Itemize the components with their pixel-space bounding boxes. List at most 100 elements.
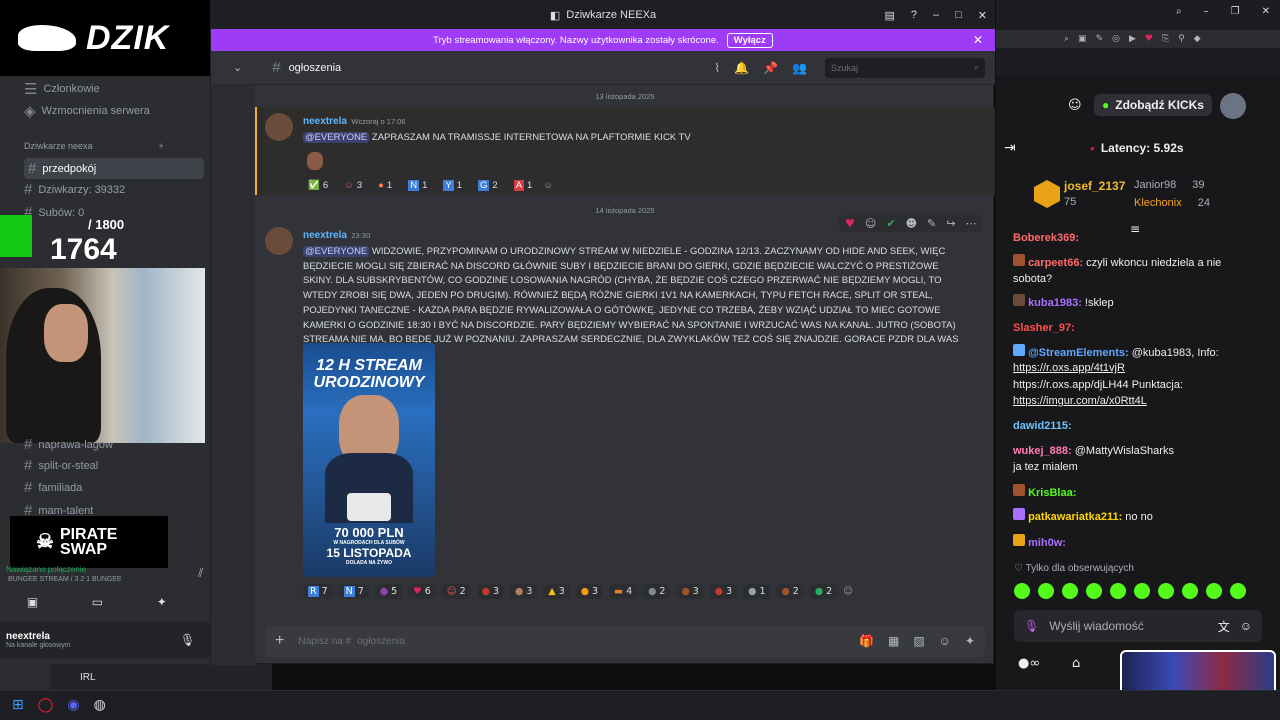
extension-icon[interactable]: ▣ [1078,34,1087,44]
reaction[interactable]: G2 [473,177,503,193]
extension-icon[interactable]: ⚲ [1178,34,1185,44]
microphone-icon[interactable]: 🎙 [1024,619,1039,633]
reaction[interactable]: ● 1 [373,177,398,193]
mention-everyone[interactable]: @everyone [303,132,370,143]
windows-start-icon[interactable]: ⊞ [12,697,24,713]
maximize-icon[interactable]: □ [955,9,962,22]
chat-input[interactable]: 🎙 Wyślij wiadomość 文 ☺ [1014,610,1262,642]
sidebar-item-members-count[interactable]: # Dziwkarzy: 39332 [24,181,125,198]
chevron-down-icon[interactable]: ⌄ [233,61,242,74]
emote-picker-icon[interactable]: ☺ [1240,619,1252,633]
reaction[interactable]: ● 3 [476,584,505,599]
activities-icon[interactable]: ✦ [157,595,167,609]
disable-streamer-mode-button[interactable]: Wyłącz [726,32,773,48]
reaction[interactable]: ✅ 6 [303,177,334,193]
screen-share-icon[interactable]: ▭ [92,595,103,609]
sidebar-item-przedpokoj[interactable]: # przedpokój [24,158,204,179]
reaction[interactable]: ● 5 [374,584,403,599]
apps-icon[interactable]: ✦ [965,634,975,648]
close-window-icon[interactable]: ✕ [978,9,987,22]
emote-icon[interactable] [1038,583,1054,599]
emote-icon[interactable] [1206,583,1222,599]
voice-user-irl[interactable]: IRL [50,664,272,690]
reaction[interactable]: ☺ 3 [339,177,368,193]
reaction[interactable]: ● 1 [743,584,771,599]
reaction[interactable]: R7 [303,584,333,599]
extension-icon[interactable]: ⎘ [1162,34,1169,44]
reaction[interactable]: ● 3 [510,584,538,599]
extension-icon[interactable]: ▶ [1129,34,1136,44]
sidebar-item-familiada[interactable]: # familiada [24,479,82,496]
restore-icon[interactable]: ❐ [1231,6,1240,17]
sidebar-item-boosts[interactable]: ◈ Wzmocnienia serwera [24,102,150,120]
sidebar-item-members[interactable]: ☰ Członkowie [24,80,100,98]
emoji-picker-icon[interactable]: ☺ [1068,98,1082,113]
sidebar-item-naprawa-lagow[interactable]: # naprawa-lagow [24,436,113,453]
opera-icon[interactable]: ◯ [38,697,54,713]
mention-everyone[interactable]: @everyone [303,246,370,257]
emote-icon[interactable] [1062,583,1078,599]
chat-link[interactable]: https://imgur.com/a/x0Rtt4L [1013,393,1263,409]
author-name[interactable]: neextrela [303,116,347,127]
more-icon[interactable]: ⋯ [965,217,976,230]
reaction[interactable]: ▬ 4 [609,584,638,599]
sidebar-category[interactable]: Dziwkarze neexa + [24,141,164,151]
reaction[interactable]: Y1 [438,177,467,193]
sidebar-item-split-or-steal[interactable]: # split-or-steal [24,457,98,474]
store-icon[interactable]: ⌂ [1072,656,1080,671]
reaction[interactable]: ● 3 [676,584,704,599]
search-icon[interactable]: ⌕ [1176,6,1182,17]
extension-icon[interactable]: ◆ [1194,34,1201,44]
emote-icon[interactable] [1158,583,1174,599]
chat-link[interactable]: https://r.oxs.app/djLH44 Punktacja: [1013,377,1263,393]
emote-icon[interactable] [1014,583,1030,599]
message-input[interactable]: + Napisz na # ogłoszenia 🎁 ▦ ▨ ☺ ✦ [265,625,985,657]
emote-icon[interactable] [1182,583,1198,599]
channel-points-icon[interactable]: ●∞ [1018,656,1040,671]
close-icon[interactable]: ✕ [1262,6,1270,17]
reaction[interactable]: N7 [338,584,369,599]
extension-icon[interactable]: ◎ [1112,34,1120,44]
emote-icon[interactable] [1086,583,1102,599]
stream-poster-image[interactable]: 12 H STREAM URODZINOWY 70 000 PLN W NAGR… [303,343,435,577]
sticker-icon[interactable]: ▨ [913,634,924,648]
reaction[interactable]: ● 2 [776,584,804,599]
translate-icon[interactable]: 文 [1218,618,1230,635]
obs-icon[interactable]: ◍ [94,697,106,713]
member-list-icon[interactable]: 👥 [792,61,807,75]
minimize-icon[interactable]: – [933,9,939,22]
emote-icon[interactable] [1230,583,1246,599]
chat-link[interactable]: https://r.oxs.app/4t1vjR [1013,360,1263,376]
add-channel-icon[interactable]: + [159,141,164,151]
reaction[interactable]: ♥ 6 [408,584,436,599]
reaction[interactable]: ● 2 [643,584,671,599]
microphone-icon[interactable]: 🎙 [180,633,195,647]
gif-icon[interactable]: ▦ [888,634,899,648]
reaction[interactable]: ☺ 2 [441,584,471,599]
leader-name[interactable]: josef_2137 [1064,179,1125,193]
bell-icon[interactable]: 🔔 [734,61,749,75]
reaction[interactable]: ▲ 3 [543,584,570,599]
emote-icon[interactable] [1110,583,1126,599]
close-banner-icon[interactable]: ✕ [973,33,983,47]
leader-row[interactable]: Klechonix 24 [1134,197,1210,209]
avatar[interactable] [265,113,293,141]
discord-icon[interactable]: ◉ [67,697,79,713]
get-kicks-button[interactable]: ● Zdobądź KICKs [1094,94,1212,116]
reaction[interactable]: N1 [403,177,433,193]
extension-icon[interactable]: ⌕ [1064,34,1069,44]
leader-row[interactable]: Janior98 39 [1134,179,1204,191]
pin-icon[interactable]: 📌 [763,61,778,75]
add-reaction-icon[interactable]: ☺ [843,586,853,597]
reaction[interactable]: A1 [508,177,538,193]
extension-icon[interactable]: ✎ [1096,34,1104,44]
profile-avatar[interactable] [1220,93,1246,119]
inbox-icon[interactable]: ▤ [884,9,894,22]
threads-icon[interactable]: ⌇ [714,61,720,75]
extension-icon[interactable]: ♥ [1145,34,1153,44]
reaction[interactable]: ● 3 [709,584,738,599]
author-name[interactable]: neextrela [303,230,347,241]
gift-icon[interactable]: 🎁 [859,634,874,648]
minimize-icon[interactable]: – [1204,6,1209,17]
emoji-icon[interactable]: ☺ [939,634,951,648]
